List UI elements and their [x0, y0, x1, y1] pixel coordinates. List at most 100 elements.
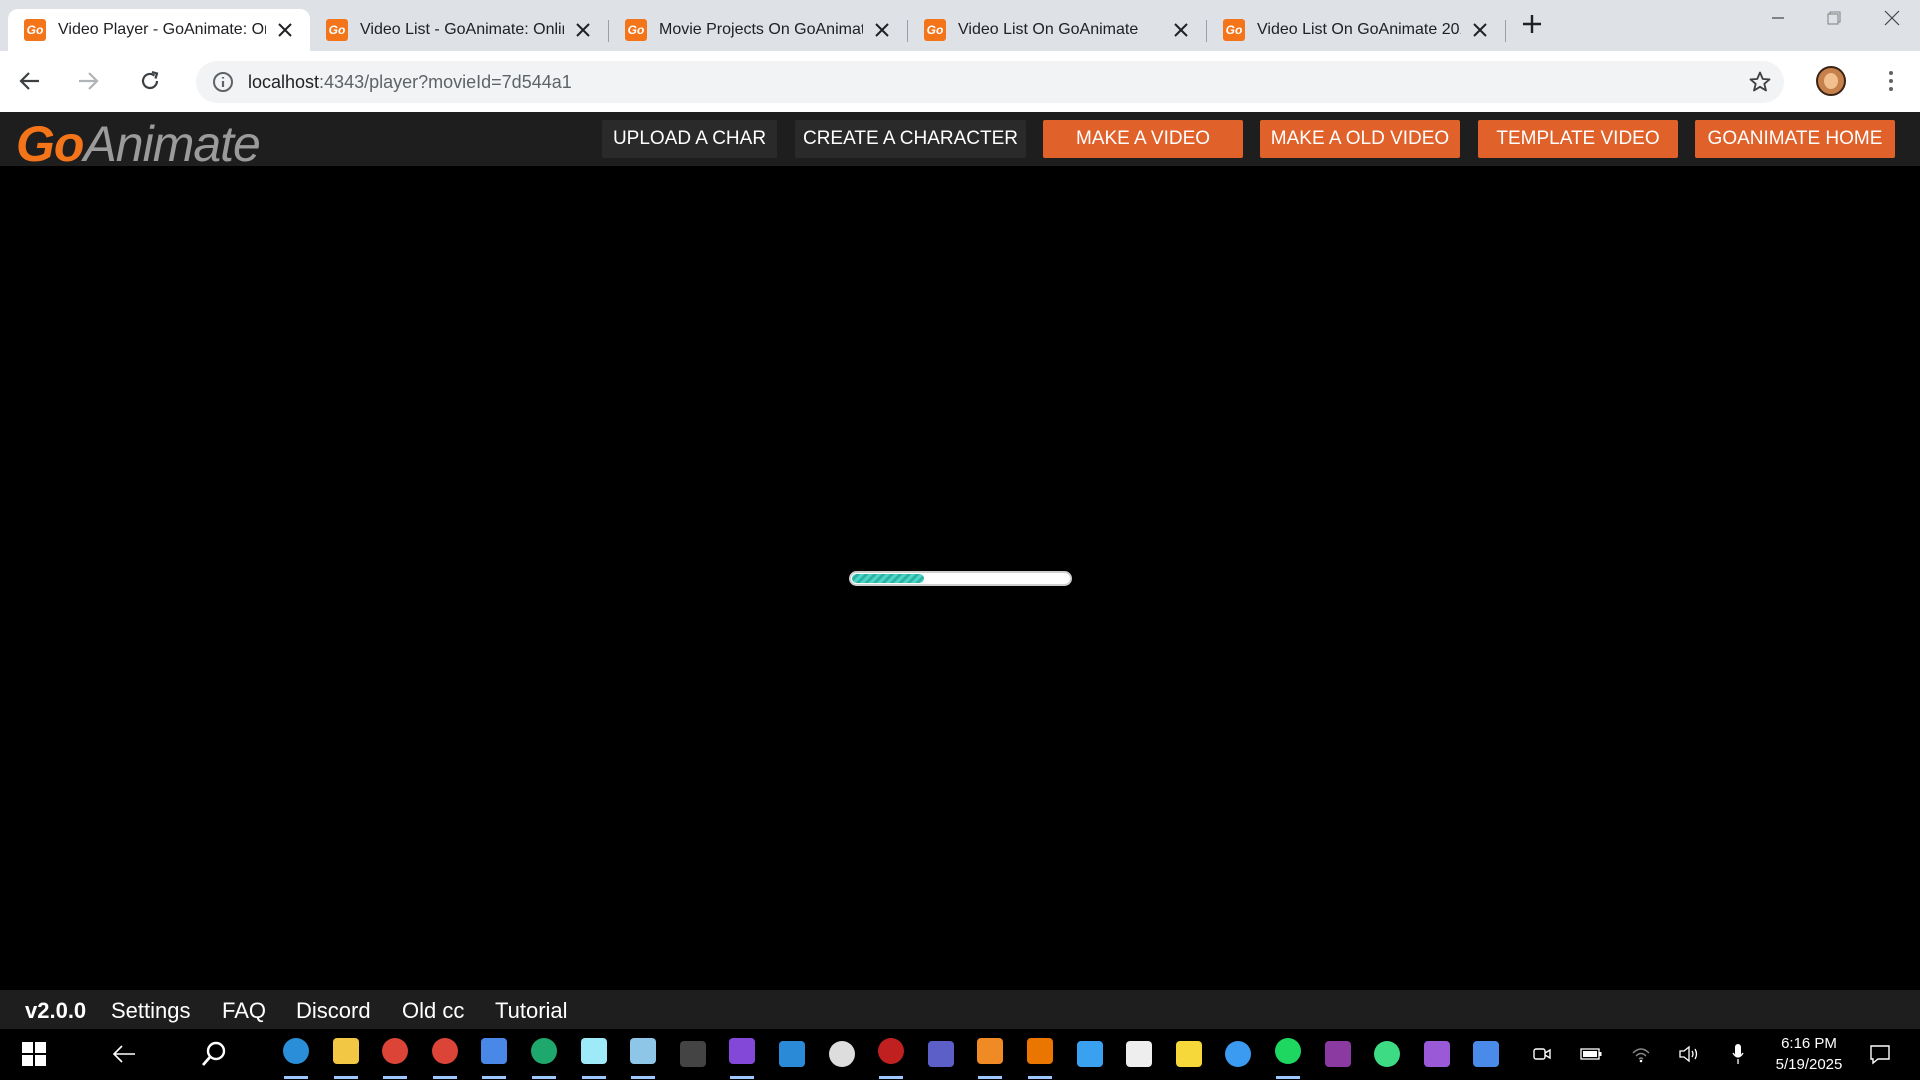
start-button[interactable] — [18, 1038, 50, 1070]
running-indicator — [582, 1076, 606, 1079]
edge-icon[interactable] — [280, 1038, 312, 1079]
close-icon[interactable] — [1170, 19, 1192, 41]
close-icon[interactable] — [1469, 19, 1491, 41]
goanimate-favicon-icon: Go — [24, 19, 46, 41]
plus-icon — [1523, 15, 1541, 33]
video-loading-bar — [849, 571, 1072, 586]
minimize-icon — [1772, 17, 1784, 19]
new-tab-button[interactable] — [1519, 11, 1545, 37]
running-indicator — [482, 1076, 506, 1079]
footer-link-tutorial[interactable]: Tutorial — [495, 998, 568, 1024]
paint-icon[interactable] — [1074, 1038, 1106, 1070]
restore-button[interactable] — [1806, 0, 1862, 36]
running-indicator — [334, 1076, 358, 1079]
chrome-icon[interactable] — [429, 1038, 461, 1079]
footer-link-old-cc[interactable]: Old cc — [402, 998, 464, 1024]
running-indicator — [284, 1076, 308, 1079]
site-footer: v2.0.0 Settings FAQ Discord Old cc Tutor… — [0, 990, 1920, 1029]
goanimate-favicon-icon: Go — [326, 19, 348, 41]
make-video-button[interactable]: MAKE A VIDEO — [1043, 120, 1243, 158]
address-bar[interactable]: localhost:4343/player?movieId=7d544a1 — [196, 61, 1784, 103]
terminal-icon[interactable] — [677, 1038, 709, 1070]
tab-movie-projects[interactable]: Go Movie Projects On GoAnimate — [609, 9, 907, 51]
close-icon[interactable] — [871, 19, 893, 41]
notification-icon — [1870, 1045, 1890, 1065]
create-character-button[interactable]: CREATE A CHARACTER — [795, 120, 1026, 158]
reload-button[interactable] — [132, 63, 168, 99]
back-taskbar-button[interactable] — [108, 1038, 140, 1070]
upload-char-button[interactable]: UPLOAD A CHAR — [602, 120, 777, 158]
search-button[interactable] — [198, 1038, 230, 1070]
file-explorer-icon[interactable] — [330, 1038, 362, 1079]
url-text[interactable]: localhost:4343/player?movieId=7d544a1 — [248, 72, 572, 93]
forward-button[interactable] — [70, 63, 106, 99]
close-window-button[interactable] — [1864, 0, 1920, 36]
sticky-notes-icon[interactable] — [1173, 1038, 1205, 1070]
running-indicator — [879, 1076, 903, 1079]
video-editor-icon[interactable] — [1421, 1038, 1453, 1070]
close-icon[interactable] — [274, 19, 296, 41]
electron-icon[interactable] — [578, 1038, 610, 1079]
tab-video-list-2015[interactable]: Go Video List On GoAnimate 2015 — [1207, 9, 1505, 51]
template-video-button[interactable]: TEMPLATE VIDEO — [1478, 120, 1678, 158]
tab-video-list-on-goanimate[interactable]: Go Video List On GoAnimate — [908, 9, 1206, 51]
profile-avatar[interactable] — [1816, 66, 1846, 96]
clock-icon[interactable] — [826, 1038, 858, 1070]
version-label: v2.0.0 — [25, 998, 87, 1023]
reload-icon — [141, 70, 159, 90]
android-icon[interactable] — [1371, 1038, 1403, 1070]
obs-icon[interactable] — [875, 1038, 907, 1079]
footer-link-faq[interactable]: FAQ — [222, 998, 266, 1024]
chromium-icon[interactable] — [478, 1038, 510, 1079]
tab-video-list[interactable]: Go Video List - GoAnimate: Online — [310, 9, 608, 51]
microphone-icon[interactable] — [1722, 1038, 1754, 1070]
running-indicator — [978, 1076, 1002, 1079]
notepad-icon[interactable] — [627, 1038, 659, 1079]
menu-button[interactable] — [1876, 66, 1906, 96]
url-host: localhost — [248, 72, 320, 92]
url-path: :4343/player?movieId=7d544a1 — [319, 72, 572, 92]
fl-studio-icon[interactable] — [974, 1038, 1006, 1079]
woo-icon[interactable] — [1470, 1038, 1502, 1070]
tab-title: Video List On GoAnimate 2015 — [1257, 21, 1461, 38]
tab-title: Video List On GoAnimate — [958, 21, 1139, 38]
browser-toolbar: localhost:4343/player?movieId=7d544a1 — [0, 51, 1920, 112]
spotify-icon[interactable] — [1272, 1038, 1304, 1079]
volume-icon[interactable] — [1673, 1038, 1705, 1070]
footer-link-discord[interactable]: Discord — [296, 998, 371, 1024]
close-icon[interactable] — [572, 19, 594, 41]
teams-icon[interactable] — [925, 1038, 957, 1070]
action-center-button[interactable] — [1864, 1038, 1896, 1070]
battery-icon[interactable] — [1575, 1038, 1607, 1070]
star-icon[interactable] — [1748, 70, 1772, 94]
close-window-icon — [1884, 10, 1900, 26]
tab-video-player[interactable]: Go Video Player - GoAnimate: Online — [8, 9, 310, 51]
back-button[interactable] — [12, 63, 48, 99]
wifi-icon[interactable] — [1625, 1038, 1657, 1070]
goanimate-favicon-icon: Go — [1223, 19, 1245, 41]
browser-tab-strip: Go Video Player - GoAnimate: Online Go V… — [0, 0, 1920, 51]
minimize-button[interactable] — [1750, 0, 1806, 36]
blender-icon[interactable] — [1024, 1038, 1056, 1079]
cortana-icon[interactable] — [1222, 1038, 1254, 1070]
settings-icon[interactable] — [1123, 1038, 1155, 1070]
make-old-video-button[interactable]: MAKE A OLD VIDEO — [1260, 120, 1460, 158]
github-desktop-icon[interactable] — [726, 1038, 758, 1079]
running-indicator — [631, 1076, 655, 1079]
footer-link-settings[interactable]: Settings — [111, 998, 191, 1024]
winrar-icon[interactable] — [1322, 1038, 1354, 1070]
meet-now-icon[interactable] — [1526, 1038, 1558, 1070]
edge-dev-icon[interactable] — [528, 1038, 560, 1079]
search-icon — [201, 1041, 226, 1066]
running-indicator — [532, 1076, 556, 1079]
restore-icon — [1827, 11, 1841, 25]
arrow-right-icon — [79, 72, 99, 90]
goanimate-home-button[interactable]: GOANIMATE HOME — [1695, 120, 1895, 158]
tab-separator — [1505, 20, 1506, 42]
vscode-icon[interactable] — [776, 1038, 808, 1070]
info-icon[interactable] — [212, 71, 234, 93]
chrome-icon[interactable] — [379, 1038, 411, 1079]
system-clock[interactable]: 6:16 PM 5/19/2025 — [1764, 1033, 1854, 1075]
windows-taskbar: 6:16 PM 5/19/2025 — [0, 1029, 1920, 1080]
goanimate-logo[interactable]: GoAnimate — [16, 115, 261, 173]
